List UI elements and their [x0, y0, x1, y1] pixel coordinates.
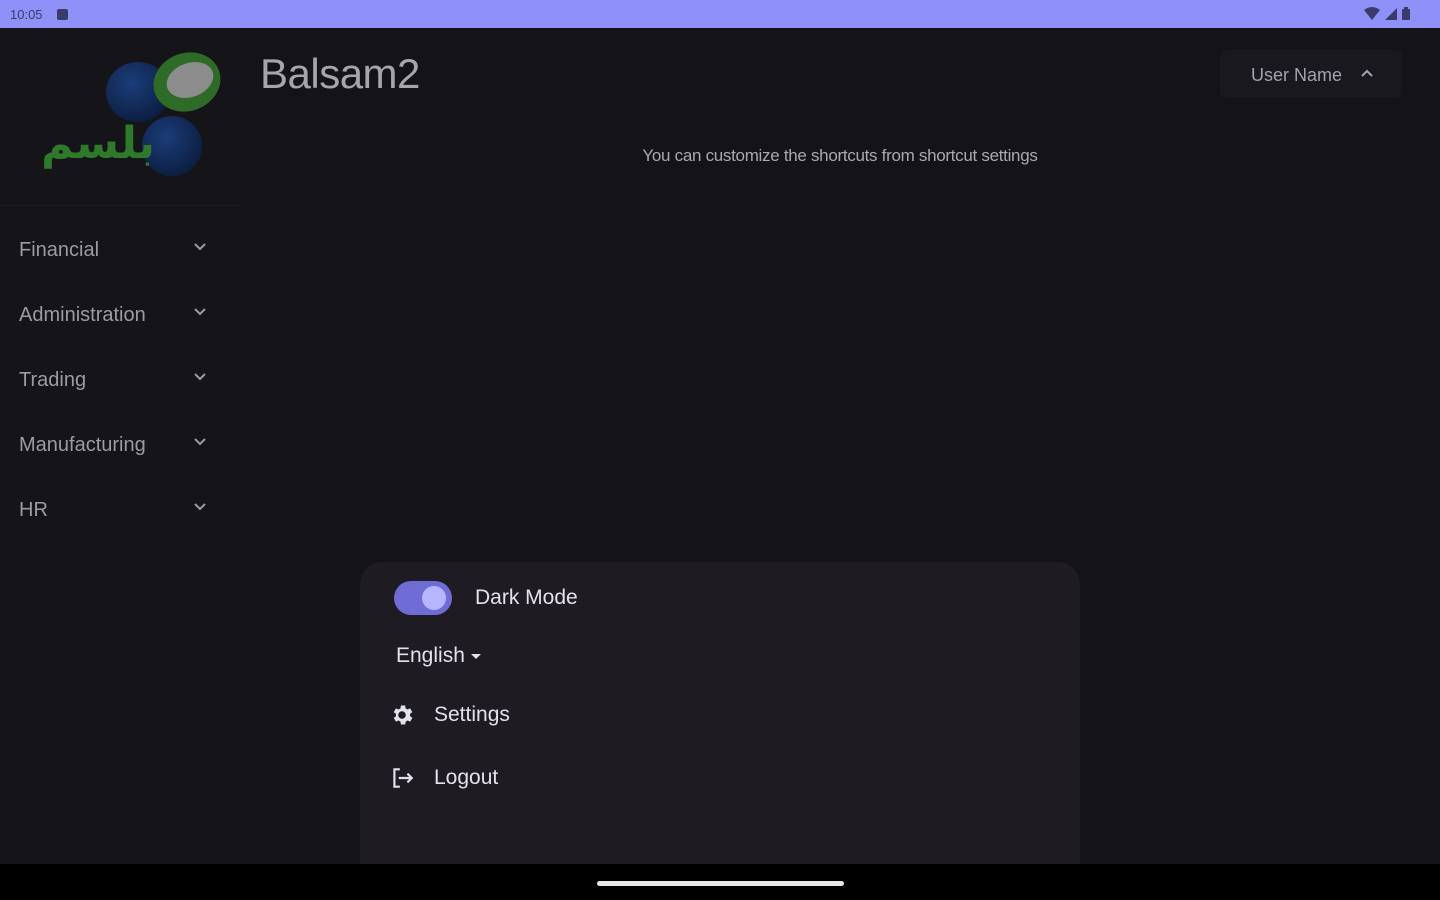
chevron-down-icon	[194, 243, 206, 251]
page-title: Balsam2	[260, 50, 420, 97]
logout-menu-item[interactable]: Logout	[388, 758, 688, 798]
toggle-knob	[422, 586, 446, 610]
chevron-down-icon	[194, 373, 206, 381]
status-time: 10:05	[10, 6, 43, 22]
user-name: User Name	[1251, 65, 1343, 85]
sidebar-item-administration[interactable]: Administration	[0, 289, 240, 341]
wifi-icon	[1364, 7, 1380, 20]
chevron-down-icon	[194, 503, 206, 511]
logo-area: بلسم	[0, 28, 240, 206]
shortcuts-hint-text: You can customize the shortcuts from sho…	[642, 146, 1038, 165]
home-gesture-handle[interactable]	[597, 881, 844, 886]
balsam-logo: بلسم	[41, 52, 221, 176]
sidebar-item-label: Financial	[19, 238, 100, 261]
logo-text: بلسم	[41, 118, 155, 169]
chevron-down-icon	[194, 308, 206, 316]
dropdown-caret-icon	[470, 653, 481, 659]
system-nav-bar	[0, 864, 1440, 900]
signal-icon	[1385, 7, 1397, 20]
notification-icon	[56, 8, 68, 20]
battery-icon	[1402, 7, 1410, 20]
shortcuts-hint: You can customize the shortcuts from sho…	[240, 146, 1440, 166]
logout-label: Logout	[434, 766, 499, 789]
dark-mode-label: Dark Mode	[475, 586, 578, 609]
sidebar-item-manufacturing[interactable]: Manufacturing	[0, 419, 240, 471]
sidebar-item-trading[interactable]: Trading	[0, 354, 240, 406]
user-menu-button[interactable]: User Name	[1220, 50, 1402, 98]
status-icons	[1364, 7, 1410, 20]
language-dropdown[interactable]: English	[396, 644, 481, 668]
user-menu-panel: Dark Mode English Settings Logout	[360, 562, 1080, 864]
dark-mode-toggle[interactable]	[394, 581, 452, 615]
gear-icon	[388, 701, 416, 729]
language-value: English	[396, 644, 465, 667]
settings-menu-item[interactable]: Settings	[388, 695, 688, 735]
status-bar: 10:05	[0, 0, 1440, 28]
chevron-up-icon	[1361, 69, 1373, 77]
sidebar-item-label: Administration	[19, 303, 146, 326]
sidebar-item-label: Manufacturing	[19, 433, 146, 456]
sidebar-item-label: Trading	[19, 368, 87, 391]
settings-label: Settings	[434, 703, 510, 726]
sidebar-item-label: HR	[19, 498, 48, 521]
sidebar-item-financial[interactable]: Financial	[0, 224, 240, 276]
chevron-down-icon	[194, 438, 206, 446]
logout-icon	[388, 764, 416, 792]
sidebar-item-hr[interactable]: HR	[0, 484, 240, 536]
sidebar: بلسم Financial Administration Trading Ma…	[0, 28, 240, 864]
